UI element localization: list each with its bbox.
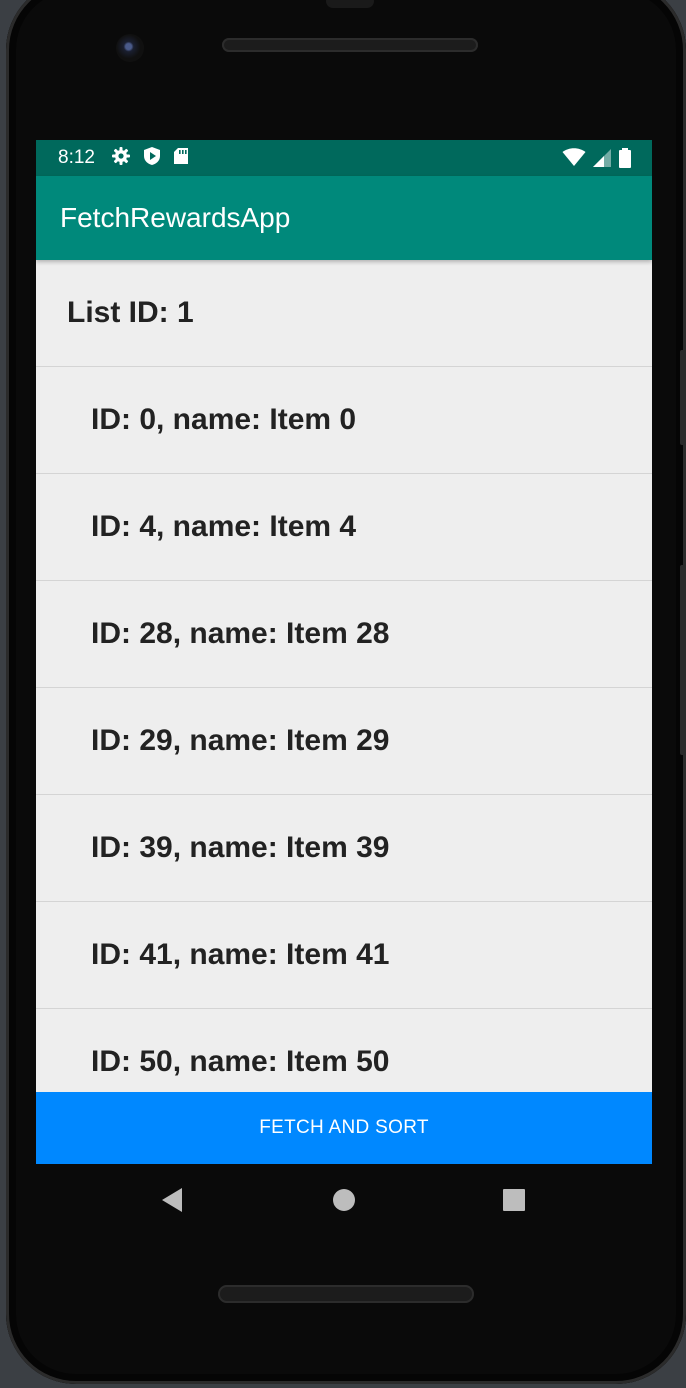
power-button — [680, 565, 686, 755]
list-item[interactable]: ID: 41, name: Item 41 — [36, 902, 652, 1009]
wifi-icon — [562, 148, 586, 173]
list-item[interactable]: ID: 28, name: Item 28 — [36, 581, 652, 688]
front-camera — [116, 34, 144, 62]
gear-icon — [111, 146, 131, 171]
list-item[interactable]: ID: 39, name: Item 39 — [36, 795, 652, 902]
top-speaker — [222, 38, 478, 52]
app-screen: 8:12 FetchRewardsApp List ID: 1 ID: 0, n… — [36, 140, 652, 1164]
shield-icon — [143, 146, 161, 171]
list-item[interactable]: ID: 0, name: Item 0 — [36, 367, 652, 474]
home-icon[interactable] — [332, 1188, 356, 1217]
battery-icon — [618, 148, 632, 173]
list-item[interactable]: ID: 4, name: Item 4 — [36, 474, 652, 581]
item-list[interactable]: List ID: 1 ID: 0, name: Item 0 ID: 4, na… — [36, 260, 652, 1116]
signal-icon — [592, 148, 612, 173]
back-icon[interactable] — [160, 1186, 184, 1219]
list-item[interactable]: ID: 29, name: Item 29 — [36, 688, 652, 795]
fetch-and-sort-button[interactable]: FETCH AND SORT — [36, 1092, 652, 1164]
earpiece-notch — [326, 0, 374, 8]
bottom-speaker — [218, 1285, 474, 1303]
app-title: FetchRewardsApp — [60, 202, 291, 233]
status-bar: 8:12 — [36, 140, 652, 176]
status-time: 8:12 — [58, 147, 95, 168]
navigation-bar — [36, 1164, 652, 1236]
sd-card-icon — [173, 147, 189, 170]
volume-button — [680, 350, 686, 445]
recents-icon[interactable] — [502, 1188, 526, 1217]
app-bar: FetchRewardsApp — [36, 176, 652, 260]
list-group-header: List ID: 1 — [36, 260, 652, 367]
